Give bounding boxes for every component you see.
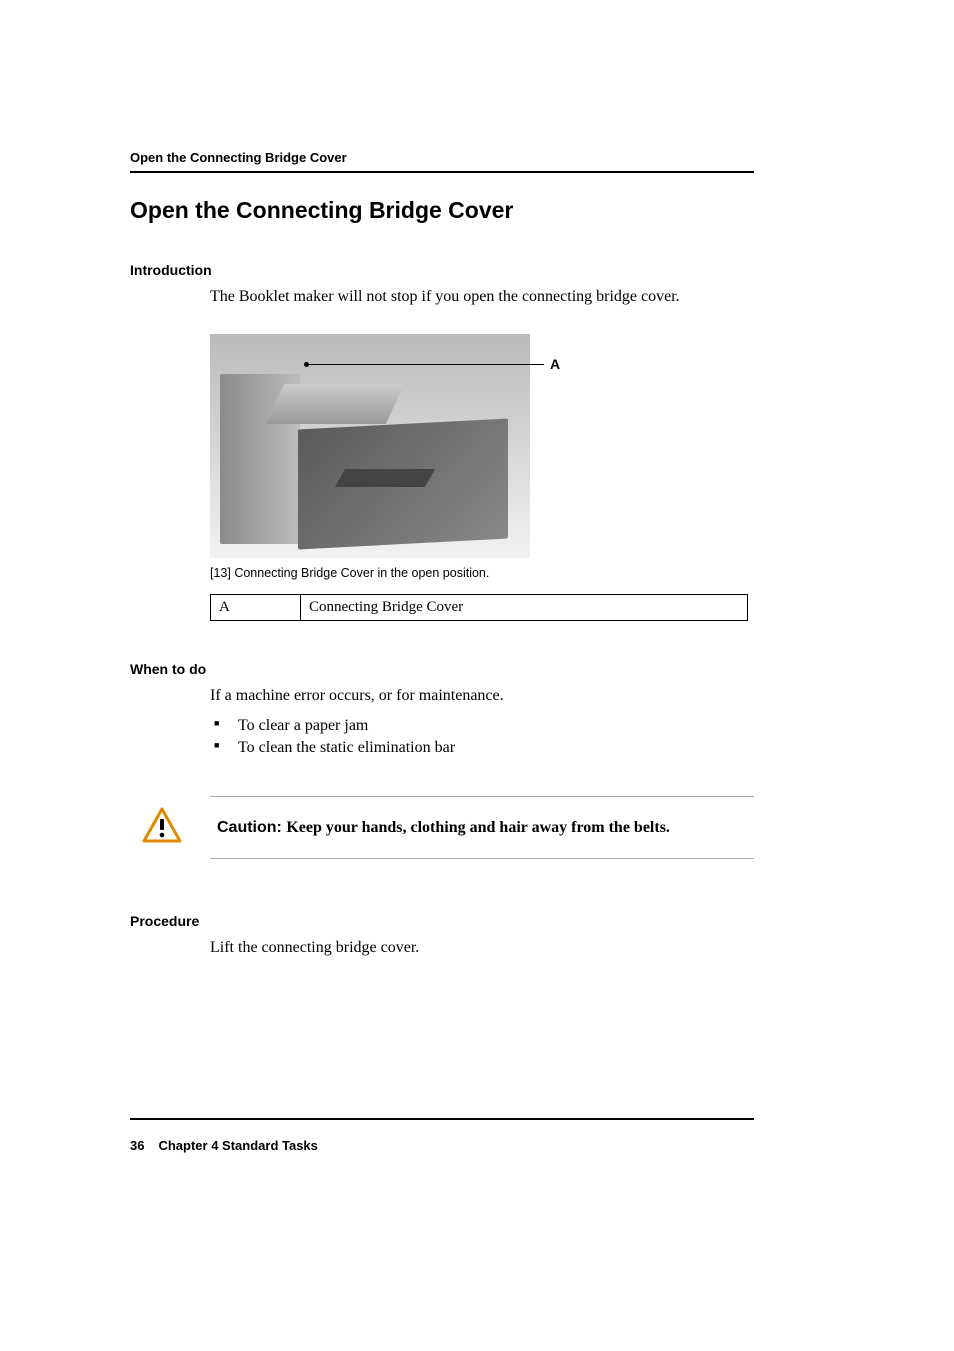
caution-row: Caution: Keep your hands, clothing and h… bbox=[130, 797, 754, 858]
caution-message: Keep your hands, clothing and hair away … bbox=[286, 819, 670, 836]
page-footer: 36 Chapter 4 Standard Tasks bbox=[130, 1118, 754, 1153]
caution-rule-bottom bbox=[210, 858, 754, 859]
table-row: A Connecting Bridge Cover bbox=[211, 595, 748, 621]
header-rule bbox=[130, 171, 754, 173]
when-to-do-heading: When to do bbox=[130, 661, 754, 677]
page-title: Open the Connecting Bridge Cover bbox=[130, 197, 754, 224]
figure-image bbox=[210, 334, 530, 558]
when-to-do-body: If a machine error occurs, or for mainte… bbox=[210, 687, 754, 705]
when-to-do-list: To clear a paper jam To clean the static… bbox=[210, 715, 754, 758]
callout-line bbox=[306, 364, 544, 365]
footer-rule bbox=[130, 1118, 754, 1120]
list-item: To clean the static elimination bar bbox=[210, 737, 754, 759]
legend-table: A Connecting Bridge Cover bbox=[210, 594, 748, 621]
figure-container: A bbox=[210, 334, 660, 558]
procedure-heading: Procedure bbox=[130, 913, 754, 929]
intro-body: The Booklet maker will not stop if you o… bbox=[210, 288, 754, 306]
legend-key: A bbox=[211, 595, 301, 621]
intro-heading: Introduction bbox=[130, 262, 754, 278]
caution-text: Caution: Keep your hands, clothing and h… bbox=[217, 819, 670, 837]
warning-icon bbox=[142, 807, 187, 848]
figure-caption: [13] Connecting Bridge Cover in the open… bbox=[210, 566, 754, 580]
caution-label: Caution: bbox=[217, 819, 286, 836]
procedure-body: Lift the connecting bridge cover. bbox=[210, 939, 754, 957]
footer-text: 36 Chapter 4 Standard Tasks bbox=[130, 1138, 754, 1153]
chapter-label: Chapter 4 Standard Tasks bbox=[158, 1138, 317, 1153]
page-content: Open the Connecting Bridge Cover Open th… bbox=[0, 0, 954, 1351]
list-item: To clear a paper jam bbox=[210, 715, 754, 737]
callout-label: A bbox=[550, 356, 560, 372]
machine-illustration bbox=[220, 374, 510, 544]
running-header: Open the Connecting Bridge Cover bbox=[130, 150, 754, 165]
caution-block: Caution: Keep your hands, clothing and h… bbox=[130, 796, 754, 859]
legend-value: Connecting Bridge Cover bbox=[301, 595, 748, 621]
page-number: 36 bbox=[130, 1138, 144, 1153]
